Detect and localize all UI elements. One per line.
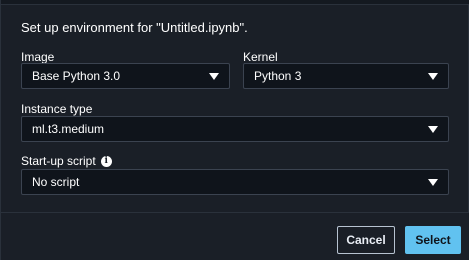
kernel-label-text: Kernel — [243, 50, 278, 64]
startup-script-select[interactable]: No script — [21, 169, 449, 195]
info-icon[interactable]: i — [100, 155, 112, 167]
setup-environment-dialog: Set up environment for "Untitled.ipynb".… — [0, 0, 469, 260]
startup-script-select-value: No script — [32, 175, 80, 189]
caret-down-icon — [428, 72, 438, 80]
image-label-text: Image — [21, 50, 55, 64]
image-label: Image — [21, 50, 54, 64]
caret-down-icon — [428, 125, 438, 133]
startup-script-label-text: Start-up script — [21, 154, 96, 168]
image-select[interactable]: Base Python 3.0 — [21, 63, 230, 89]
instance-type-select-value: ml.t3.medium — [32, 122, 105, 136]
kernel-label: Kernel — [243, 50, 278, 64]
instance-type-label: Instance type — [21, 102, 92, 116]
caret-down-icon — [428, 178, 438, 186]
dialog-description: Set up environment for "Untitled.ipynb". — [21, 20, 248, 35]
cancel-button[interactable]: Cancel — [337, 226, 395, 254]
caret-down-icon — [209, 72, 219, 80]
instance-type-label-text: Instance type — [21, 102, 93, 116]
select-button[interactable]: Select — [405, 226, 461, 254]
kernel-select[interactable]: Python 3 — [243, 63, 449, 89]
kernel-select-value: Python 3 — [254, 69, 302, 83]
dialog-top-edge — [1, 0, 469, 5]
image-select-value: Base Python 3.0 — [32, 69, 121, 83]
instance-type-select[interactable]: ml.t3.medium — [21, 116, 449, 142]
startup-script-label: Start-up script i — [21, 154, 112, 168]
dialog-footer — [1, 212, 469, 260]
